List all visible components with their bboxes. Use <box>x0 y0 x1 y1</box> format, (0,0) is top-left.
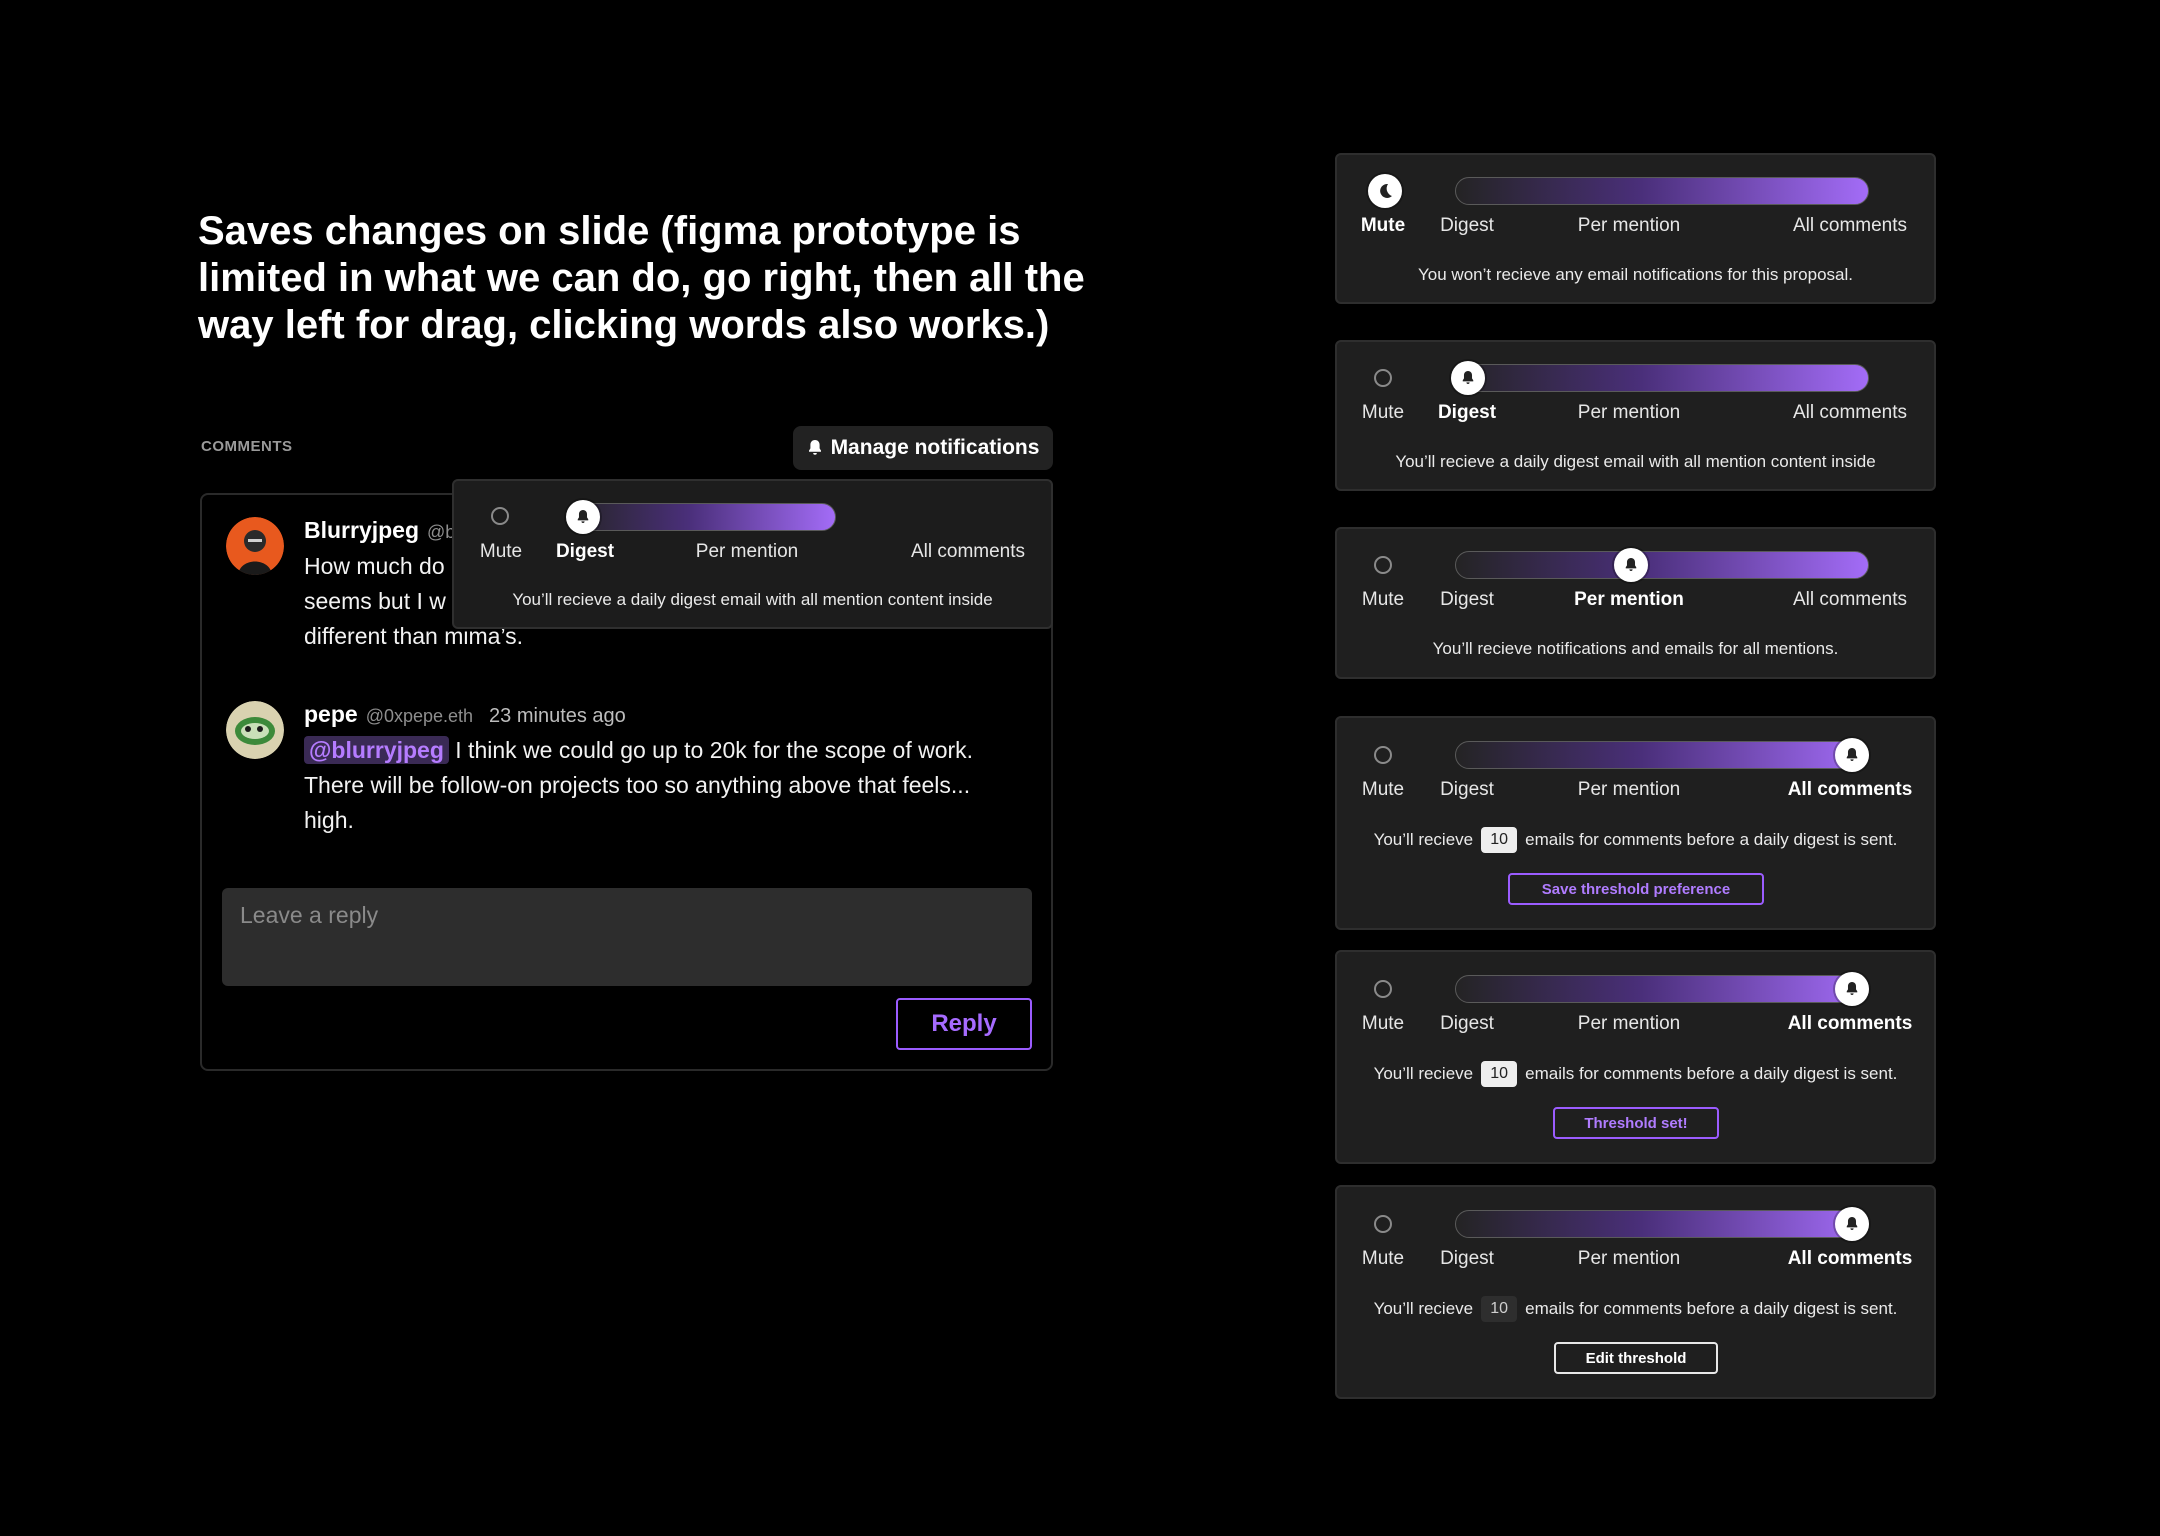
comment-handle: @0xpepe.eth <box>365 706 474 726</box>
level-all-comments[interactable]: All comments <box>1793 589 1907 611</box>
mute-radio[interactable] <box>1374 980 1392 998</box>
notification-panel-per-mention: Mute Digest Per mention All comments You… <box>1335 527 1936 679</box>
reply-input[interactable]: Leave a reply <box>222 888 1032 986</box>
threshold-prefix: You’ll recieve <box>1373 1064 1474 1083</box>
level-mute[interactable]: Mute <box>1362 1248 1404 1270</box>
level-per-mention[interactable]: Per mention <box>1578 1248 1680 1270</box>
bell-icon <box>1625 558 1637 571</box>
level-all-comments[interactable]: All comments <box>1788 1013 1913 1035</box>
threshold-row: You’ll recieve 10 emails for comments be… <box>1337 1296 1934 1322</box>
threshold-suffix: emails for comments before a daily diges… <box>1525 830 1898 849</box>
level-all-comments[interactable]: All comments <box>1788 1248 1913 1270</box>
comment-author[interactable]: pepe <box>304 701 358 728</box>
notification-slider-track[interactable] <box>568 503 836 531</box>
mute-radio[interactable] <box>1374 1215 1392 1233</box>
level-description: You won’t recieve any email notification… <box>1418 265 1853 284</box>
notification-panel-all-set: Mute Digest Per mention All comments You… <box>1335 950 1936 1164</box>
level-digest[interactable]: Digest <box>1438 402 1496 424</box>
comment-author[interactable]: Blurryjpeg <box>304 517 419 544</box>
notification-slider-track[interactable] <box>1455 1210 1869 1238</box>
mute-knob[interactable] <box>1368 174 1402 208</box>
level-mute[interactable]: Mute <box>480 541 522 563</box>
slider-knob[interactable] <box>1835 1207 1869 1241</box>
bell-icon <box>1846 982 1858 995</box>
bell-icon <box>1462 371 1474 384</box>
level-mute[interactable]: Mute <box>1362 1013 1404 1035</box>
level-mute[interactable]: Mute <box>1362 589 1404 611</box>
threshold-prefix: You’ll recieve <box>1373 830 1474 849</box>
slider-knob[interactable] <box>566 500 600 534</box>
level-per-mention[interactable]: Per mention <box>1574 589 1684 611</box>
level-digest[interactable]: Digest <box>556 541 614 563</box>
notification-panel-all-edit: Mute Digest Per mention All comments You… <box>1335 1185 1936 1399</box>
level-description: You’ll recieve a daily digest email with… <box>1395 452 1876 471</box>
level-all-comments[interactable]: All comments <box>1793 215 1907 237</box>
bell-icon <box>1846 1217 1858 1230</box>
avatar[interactable] <box>226 701 284 759</box>
level-all-comments[interactable]: All comments <box>1788 779 1913 801</box>
notification-popover: Mute Digest Per mention All comments You… <box>452 479 1053 629</box>
manage-notifications-button[interactable]: Manage notifications <box>793 426 1053 470</box>
moon-icon <box>1380 183 1392 198</box>
mute-radio[interactable] <box>491 507 509 525</box>
level-digest[interactable]: Digest <box>1440 779 1494 801</box>
bell-icon <box>1846 748 1858 761</box>
level-per-mention[interactable]: Per mention <box>1578 215 1680 237</box>
page-headline: Saves changes on slide (figma prototype … <box>198 209 1085 347</box>
slider-knob[interactable] <box>1451 361 1485 395</box>
level-per-mention[interactable]: Per mention <box>696 541 798 563</box>
avatar[interactable] <box>226 517 284 575</box>
notification-slider-track[interactable] <box>1455 975 1869 1003</box>
notification-slider-track[interactable] <box>1455 364 1869 392</box>
threshold-prefix: You’ll recieve <box>1373 1299 1474 1318</box>
threshold-set-button[interactable]: Threshold set! <box>1553 1107 1719 1139</box>
threshold-input[interactable]: 10 <box>1481 827 1518 853</box>
level-digest[interactable]: Digest <box>1440 589 1494 611</box>
level-mute[interactable]: Mute <box>1362 402 1404 424</box>
bell-icon <box>808 440 821 455</box>
level-all-comments[interactable]: All comments <box>911 541 1025 563</box>
level-digest[interactable]: Digest <box>1440 215 1494 237</box>
save-threshold-button[interactable]: Save threshold preference <box>1508 873 1764 905</box>
level-digest[interactable]: Digest <box>1440 1248 1494 1270</box>
bell-icon <box>577 510 589 523</box>
threshold-input[interactable]: 10 <box>1481 1061 1518 1087</box>
level-mute[interactable]: Mute <box>1362 779 1404 801</box>
edit-threshold-button[interactable]: Edit threshold <box>1554 1342 1718 1374</box>
slider-knob[interactable] <box>1835 738 1869 772</box>
threshold-suffix: emails for comments before a daily diges… <box>1525 1064 1898 1083</box>
level-per-mention[interactable]: Per mention <box>1578 779 1680 801</box>
comment-timestamp: 23 minutes ago <box>489 705 626 727</box>
reply-button[interactable]: Reply <box>896 998 1032 1050</box>
level-digest[interactable]: Digest <box>1440 1013 1494 1035</box>
mute-radio[interactable] <box>1374 556 1392 574</box>
level-mute[interactable]: Mute <box>1361 215 1405 237</box>
mute-radio[interactable] <box>1374 369 1392 387</box>
mute-radio[interactable] <box>1374 746 1392 764</box>
slider-knob[interactable] <box>1614 548 1648 582</box>
notification-slider-track[interactable] <box>1455 741 1869 769</box>
notification-panel-digest: Mute Digest Per mention All comments You… <box>1335 340 1936 491</box>
mention-tag[interactable]: @blurryjpeg <box>304 736 449 764</box>
threshold-suffix: emails for comments before a daily diges… <box>1525 1299 1898 1318</box>
level-description: You’ll recieve a daily digest email with… <box>512 590 993 609</box>
threshold-row: You’ll recieve 10 emails for comments be… <box>1337 827 1934 853</box>
comment-body: @blurryjpeg I think we could go up to 20… <box>304 733 1024 838</box>
level-all-comments[interactable]: All comments <box>1793 402 1907 424</box>
level-description: You’ll recieve notifications and emails … <box>1432 639 1839 658</box>
level-per-mention[interactable]: Per mention <box>1578 402 1680 424</box>
notification-panel-all-save: Mute Digest Per mention All comments You… <box>1335 716 1936 930</box>
threshold-value: 10 <box>1481 1296 1518 1322</box>
slider-knob[interactable] <box>1835 972 1869 1006</box>
notification-slider-track[interactable] <box>1455 551 1869 579</box>
notification-slider-track[interactable] <box>1455 177 1869 205</box>
level-per-mention[interactable]: Per mention <box>1578 1013 1680 1035</box>
comments-section-label: COMMENTS <box>201 438 293 455</box>
manage-notifications-label: Manage notifications <box>830 436 1040 459</box>
notification-panel-mute: Mute Digest Per mention All comments You… <box>1335 153 1936 304</box>
threshold-row: You’ll recieve 10 emails for comments be… <box>1337 1061 1934 1087</box>
